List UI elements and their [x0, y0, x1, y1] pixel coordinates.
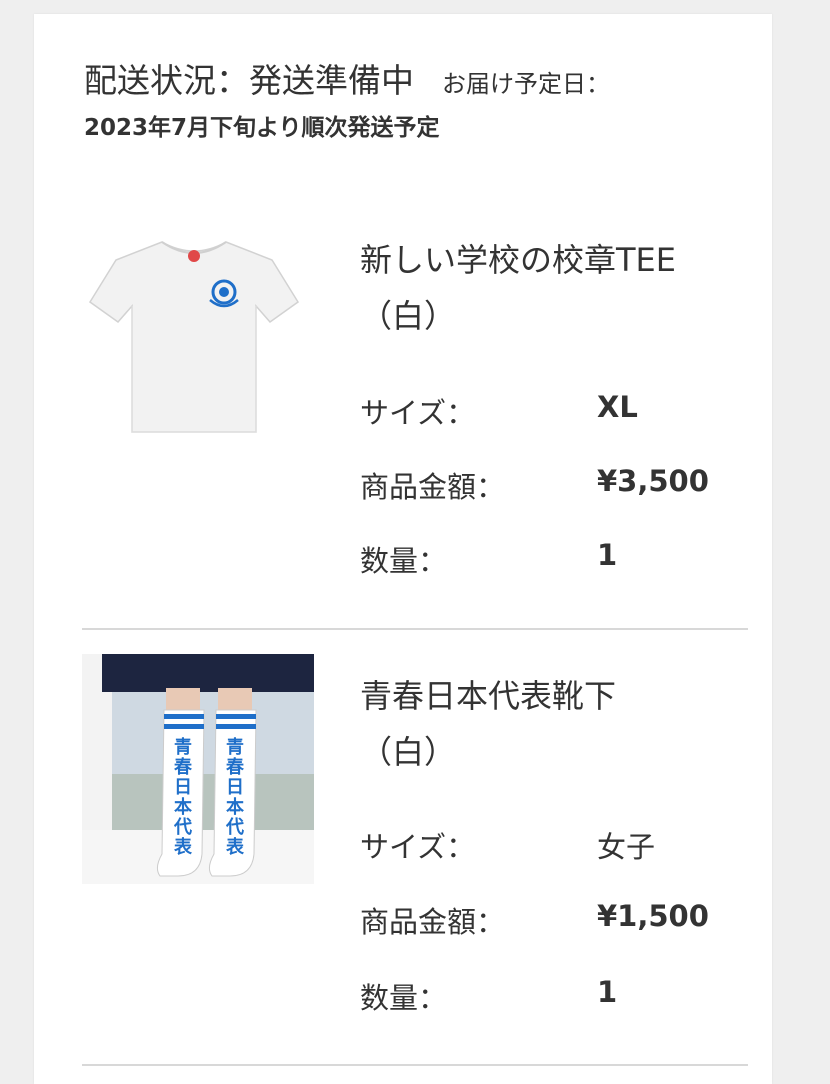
- price-value: ¥1,500: [597, 899, 709, 933]
- product-image-tshirt[interactable]: [84, 234, 304, 439]
- size-row: サイズ： XL: [360, 390, 760, 430]
- product-color: （白）: [360, 297, 457, 335]
- product-image-socks[interactable]: 青春日本代表 青春日本代表: [82, 654, 314, 884]
- socks-photo-icon: [82, 654, 314, 884]
- quantity-row: 数量： 1: [360, 975, 760, 1015]
- product-name[interactable]: 新しい学校の校章TEE （白）: [360, 232, 740, 344]
- item-divider: [82, 628, 748, 630]
- price-row: 商品金額： ¥3,500: [360, 464, 760, 504]
- quantity-label: 数量：: [360, 544, 448, 578]
- status-label: 配送状況：: [84, 61, 249, 100]
- size-value: XL: [597, 390, 638, 424]
- size-label: サイズ：: [360, 396, 476, 430]
- order-card: 配送状況：発送準備中 お届け予定日： 2023年7月下旬より順次発送予定 新しい学…: [34, 14, 772, 1084]
- size-row: サイズ： 女子: [360, 824, 760, 864]
- price-label: 商品金額：: [360, 905, 506, 939]
- product-name-main: 新しい学校の校章TEE: [360, 241, 676, 279]
- quantity-value: 1: [597, 975, 618, 1009]
- quantity-row: 数量： 1: [360, 538, 760, 578]
- item-divider: [82, 1064, 748, 1066]
- product-name-main: 青春日本代表靴下: [360, 677, 617, 715]
- status-value: 発送準備中: [249, 61, 414, 100]
- tshirt-icon: [84, 234, 304, 439]
- size-label: サイズ：: [360, 830, 476, 864]
- sock-text-left: 青春日本代表: [174, 737, 192, 858]
- delivery-date-label: お届け予定日：: [442, 70, 610, 98]
- product-name[interactable]: 青春日本代表靴下 （白）: [360, 668, 740, 780]
- quantity-label: 数量：: [360, 981, 448, 1015]
- quantity-value: 1: [597, 538, 618, 572]
- product-color: （白）: [360, 733, 457, 771]
- sock-text-right: 青春日本代表: [226, 737, 244, 858]
- price-row: 商品金額： ¥1,500: [360, 899, 760, 939]
- size-value: 女子: [597, 830, 656, 864]
- price-label: 商品金額：: [360, 470, 506, 504]
- shipping-status: 配送状況：発送準備中 お届け予定日：: [84, 54, 610, 102]
- price-value: ¥3,500: [597, 464, 709, 498]
- delivery-schedule: 2023年7月下旬より順次発送予定: [84, 115, 440, 141]
